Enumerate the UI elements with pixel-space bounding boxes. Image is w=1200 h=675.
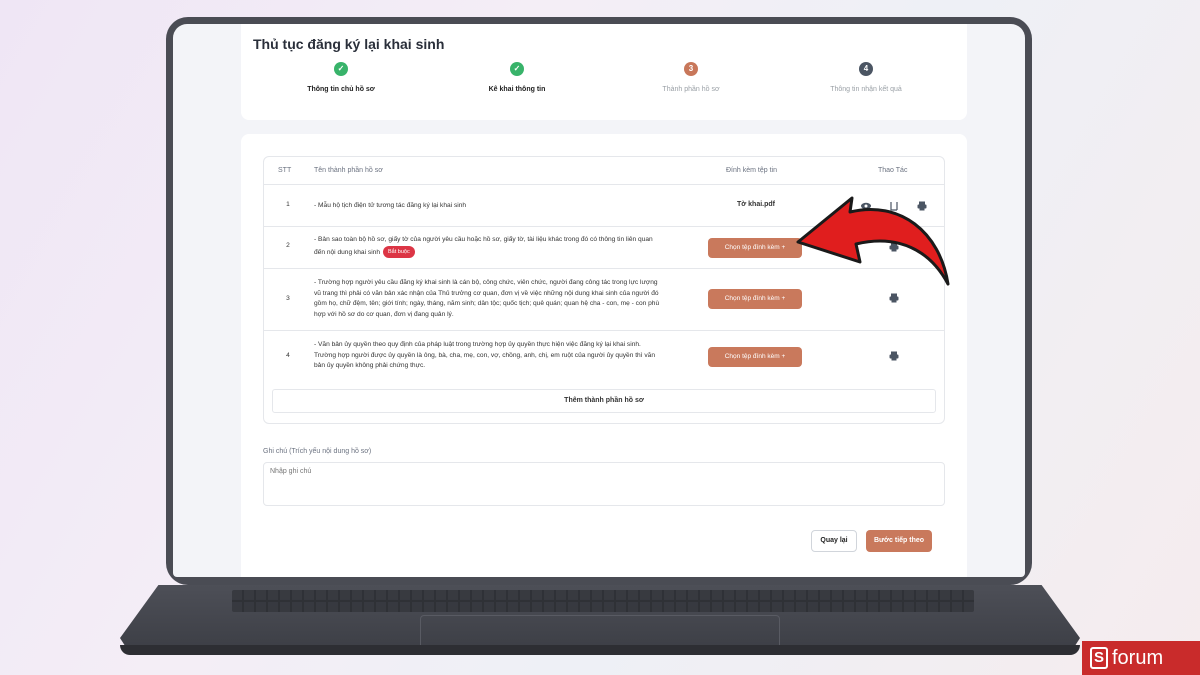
keyboard xyxy=(232,590,974,612)
laptop-screen: Thủ tục đăng ký lại khai sinh ✓ Thông ti… xyxy=(173,24,1025,577)
step-label: Thành phần hồ sơ xyxy=(662,86,720,93)
step-label: Thông tin chủ hồ sơ xyxy=(307,86,375,93)
print-icon[interactable] xyxy=(888,292,900,304)
attach-button-label: Chọn tệp đính kèm xyxy=(724,295,780,302)
note-label: Ghi chú (Trích yếu nội dung hồ sơ) xyxy=(263,448,372,455)
logo-word: forum xyxy=(1112,646,1164,669)
required-badge: Bắt buộc xyxy=(383,245,415,258)
attach-button-label: Chọn tệp đính kèm xyxy=(724,244,780,251)
row-description: - Bản sao toàn bộ hồ sơ, giấy tờ của ngư… xyxy=(314,235,664,258)
page-title: Thủ tục đăng ký lại khai sinh xyxy=(253,36,445,52)
row-text: - Bản sao toàn bộ hồ sơ, giấy tờ của ngư… xyxy=(314,236,653,256)
print-icon[interactable] xyxy=(888,350,900,362)
step-1[interactable]: ✓ Thông tin chủ hồ sơ xyxy=(251,62,431,93)
attach-button-label: Chọn tệp đính kèm xyxy=(724,353,780,360)
attach-file-button[interactable]: Chọn tệp đính kèm + xyxy=(708,347,802,367)
plus-icon: + xyxy=(781,295,786,302)
back-button[interactable]: Quay lại xyxy=(811,530,857,552)
step-label: Kê khai thông tin xyxy=(488,86,546,93)
plus-icon: + xyxy=(781,353,786,360)
step-3[interactable]: 3 Thành phần hồ sơ xyxy=(601,62,781,93)
header-card: Thủ tục đăng ký lại khai sinh ✓ Thông ti… xyxy=(241,24,967,120)
step-4[interactable]: 4 Thông tin nhận kết quả xyxy=(776,62,956,93)
row-stt: 2 xyxy=(286,242,290,249)
step-number: 4 xyxy=(859,62,873,76)
check-icon: ✓ xyxy=(510,62,524,76)
header-name: Tên thành phần hồ sơ xyxy=(314,167,383,174)
stepper: ✓ Thông tin chủ hồ sơ ✓ Kê khai thông ti… xyxy=(241,62,967,102)
add-document-button[interactable]: Thêm thành phần hồ sơ xyxy=(272,389,936,413)
logo-mark: S xyxy=(1090,647,1108,669)
row-description: - Trường hợp người yêu cầu đăng ký khai … xyxy=(314,279,660,318)
step-label: Thông tin nhận kết quả xyxy=(830,86,902,93)
plus-icon: + xyxy=(781,244,786,251)
check-icon: ✓ xyxy=(334,62,348,76)
red-arrow-annotation xyxy=(796,196,950,286)
header-attach: Đính kèm tệp tin xyxy=(726,167,777,174)
trackpad xyxy=(420,615,780,649)
row-description: - Văn bản ủy quyền theo quy định của phá… xyxy=(314,341,655,369)
laptop-base-lip xyxy=(120,645,1080,655)
note-input[interactable] xyxy=(263,462,945,506)
attach-file-button[interactable]: Chọn tệp đính kèm + xyxy=(708,238,802,258)
header-stt: STT xyxy=(278,167,292,174)
step-2[interactable]: ✓ Kê khai thông tin xyxy=(427,62,607,93)
table-row: 4 - Văn bản ủy quyền theo quy định của p… xyxy=(264,331,944,383)
row-stt: 1 xyxy=(286,201,290,208)
header-actions: Thao Tác xyxy=(878,167,908,174)
row-stt: 4 xyxy=(286,352,290,359)
step-number: 3 xyxy=(684,62,698,76)
table-header: STT Tên thành phần hồ sơ Đính kèm tệp ti… xyxy=(264,157,944,185)
row-stt: 3 xyxy=(286,295,290,302)
sforum-logo: S forum xyxy=(1082,641,1200,675)
row-description: - Mẫu hộ tịch điện tử tương tác đăng ký … xyxy=(314,202,467,209)
next-step-button[interactable]: Bước tiếp theo xyxy=(866,530,932,552)
attach-file-button[interactable]: Chọn tệp đính kèm + xyxy=(708,289,802,309)
